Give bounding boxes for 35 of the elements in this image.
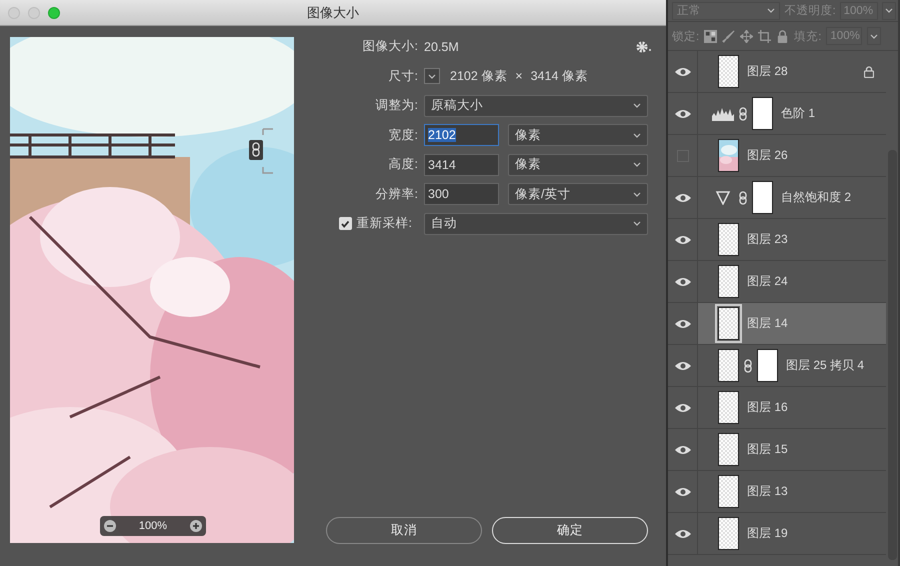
unit-dropdown[interactable]: 像素 (508, 154, 648, 176)
layer-row[interactable]: 色阶 1 (698, 93, 886, 134)
layer-row[interactable]: 图层 24 (698, 261, 886, 302)
layer-row[interactable]: 图层 23 (698, 219, 886, 260)
resample-dropdown[interactable]: 自动 (424, 212, 648, 235)
input-field[interactable]: 2102 (424, 124, 499, 146)
unit-dropdown[interactable]: 像素 (508, 124, 648, 146)
field-label: 图像大小: (362, 38, 419, 56)
zoom-level: 100% (138, 520, 168, 532)
layer-row[interactable]: 图层 15 (698, 429, 886, 470)
unit-dropdown[interactable]: 像素/英寸 (508, 183, 648, 206)
input-field[interactable]: 300 (424, 183, 499, 206)
layer-row[interactable]: 图层 16 (698, 387, 886, 428)
layer-row[interactable]: 图层 19 (698, 513, 886, 554)
field-label: 重新采样: (356, 215, 413, 232)
dimension-value: 3414 像素 (530, 68, 588, 85)
layer-row[interactable]: 图层 13 (698, 471, 886, 512)
layer-row[interactable]: 图层 25 拷贝 4 (698, 345, 886, 386)
image-size-value: 20.5M (424, 40, 459, 54)
layer-row[interactable]: 图层 26 (698, 135, 886, 176)
layer-row[interactable]: 自然饱和度 2 (698, 177, 886, 218)
input-field[interactable]: 3414 (424, 154, 499, 176)
layer-row[interactable]: 图层 28 (698, 51, 886, 92)
ok-button[interactable]: 确定 (492, 517, 648, 544)
cancel-button[interactable]: 取消 (326, 517, 482, 544)
times-sign: × (515, 69, 523, 84)
field-label: 高度: (388, 156, 419, 174)
field-label: 尺寸: (388, 68, 419, 85)
field-label: 分辨率: (374, 186, 419, 203)
field-label: 调整为: (374, 97, 419, 114)
fit-to-dropdown[interactable]: 原稿大小 (424, 94, 648, 117)
dimension-value: 2102 像素 (450, 68, 508, 85)
layer-row[interactable]: 图层 14 (698, 303, 886, 344)
window-title: 图像大小 (307, 4, 359, 22)
field-label: 宽度: (388, 126, 419, 144)
